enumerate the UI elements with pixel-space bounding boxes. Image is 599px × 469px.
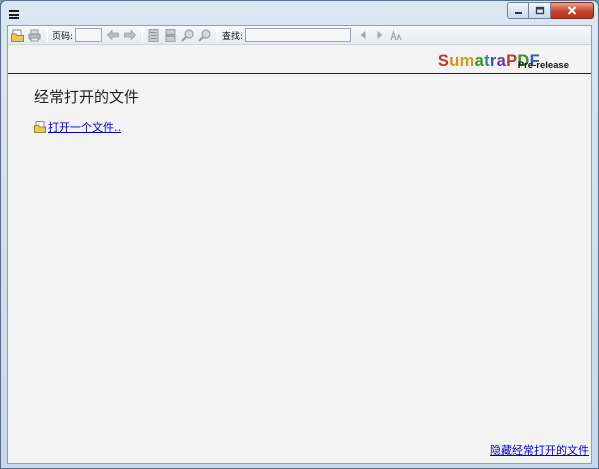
menu-icon[interactable]	[9, 10, 19, 19]
find-next-button[interactable]	[372, 28, 387, 43]
open-file-link[interactable]: 打开一个文件..	[48, 119, 121, 135]
logo-letter: r	[489, 52, 497, 70]
toolbar-separator	[47, 28, 48, 42]
arrow-left-icon	[106, 30, 119, 40]
match-case-button[interactable]	[389, 28, 404, 43]
next-page-button[interactable]	[122, 28, 137, 43]
minimize-icon	[514, 11, 522, 14]
prerelease-label: Pre-release	[517, 60, 569, 71]
logo-letter: a	[474, 52, 485, 70]
page-input[interactable]	[75, 28, 103, 42]
app-window: 页码: 查找: SumatraPDF Pre-release 经常打开的文件 打…	[0, 0, 599, 469]
zoom-out-icon	[181, 28, 194, 42]
arrow-right-icon	[123, 30, 136, 40]
find-input[interactable]	[245, 28, 352, 42]
triangle-right-icon	[377, 31, 383, 39]
fit-width-button[interactable]	[163, 28, 178, 43]
maximize-icon	[535, 6, 544, 15]
fit-width-icon	[165, 28, 176, 42]
toolbar: 页码: 查找:	[8, 26, 591, 45]
minimize-button[interactable]	[507, 2, 529, 19]
match-case-icon	[390, 29, 402, 40]
close-icon	[567, 6, 577, 15]
window-controls	[507, 2, 594, 19]
logo-letter: m	[459, 52, 475, 70]
open-file-icon	[34, 121, 46, 133]
toolbar-separator	[142, 28, 144, 42]
prev-page-button[interactable]	[105, 28, 120, 43]
find-label: 查找:	[222, 31, 244, 42]
printer-icon	[28, 29, 41, 41]
hide-frequent-link[interactable]: 隐藏经常打开的文件	[490, 442, 589, 458]
main-area: 页码: 查找: SumatraPDF Pre-release 经常打开的文件 打…	[7, 25, 592, 464]
find-prev-button[interactable]	[355, 28, 370, 43]
toolbar-separator	[217, 28, 219, 42]
page-label: 页码:	[52, 31, 74, 42]
zoom-in-button[interactable]	[197, 28, 212, 43]
fit-page-button[interactable]	[146, 28, 161, 43]
close-button[interactable]	[551, 2, 594, 19]
open-button[interactable]	[10, 28, 25, 43]
triangle-left-icon	[360, 31, 366, 39]
zoom-out-button[interactable]	[180, 28, 195, 43]
print-button[interactable]	[27, 28, 42, 43]
brand-bar: SumatraPDF Pre-release	[8, 46, 591, 74]
maximize-button[interactable]	[529, 2, 551, 19]
logo-letter: S	[437, 52, 450, 70]
frequent-files-title: 经常打开的文件	[34, 88, 140, 106]
zoom-in-icon	[198, 28, 211, 42]
open-folder-icon	[11, 29, 24, 42]
title-bar[interactable]	[1, 1, 598, 23]
logo-letter: u	[449, 52, 460, 70]
fit-page-icon	[148, 28, 159, 42]
logo-letter: a	[496, 52, 507, 70]
open-file-entry[interactable]: 打开一个文件..	[34, 119, 121, 135]
logo-letter: P	[506, 52, 518, 70]
